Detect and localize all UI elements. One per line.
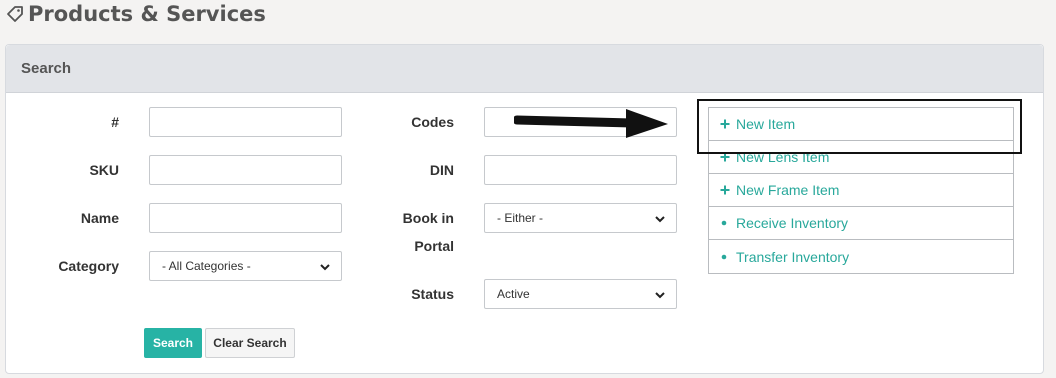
menu-item-label: Transfer Inventory — [736, 248, 850, 265]
category-label: Category — [58, 258, 119, 274]
chevron-down-icon — [655, 216, 665, 223]
search-button[interactable]: Search — [144, 328, 202, 358]
search-panel-header: Search — [6, 45, 1043, 93]
sku-input[interactable] — [149, 155, 342, 185]
status-selected-value: Active — [497, 287, 530, 301]
clear-search-button[interactable]: Clear Search — [205, 328, 295, 358]
name-input[interactable] — [149, 203, 342, 233]
menu-item-label: New Frame Item — [736, 182, 840, 198]
book-in-portal-selected-value: - Either - — [497, 211, 544, 225]
din-label: DIN — [429, 162, 454, 178]
page-title-text: Products & Services — [28, 2, 266, 26]
status-label: Status — [411, 286, 454, 302]
category-select[interactable]: - All Categories - — [149, 251, 342, 281]
menu-item-label: Receive Inventory — [736, 215, 849, 231]
menu-item-receive-inventory[interactable]: Receive Inventory — [709, 207, 1013, 240]
menu-item-transfer-inventory[interactable]: Transfer Inventory — [709, 240, 1013, 273]
tag-icon — [7, 6, 23, 22]
chevron-down-icon — [320, 264, 330, 271]
din-input[interactable] — [484, 155, 677, 185]
chevron-down-icon — [655, 292, 665, 299]
bullet-icon — [720, 252, 736, 262]
book-in-portal-label-line1: Book in — [402, 210, 454, 226]
menu-item-new-frame-item[interactable]: New Frame Item — [709, 174, 1013, 207]
page-title: Products & Services — [6, 2, 266, 26]
number-label: # — [111, 114, 119, 130]
book-in-portal-label-line2: Portal — [414, 238, 454, 254]
bullet-icon — [720, 218, 736, 228]
right-arrow-icon — [514, 109, 668, 138]
book-in-portal-select[interactable]: - Either - — [484, 203, 677, 233]
plus-icon — [720, 185, 736, 195]
sku-label: SKU — [89, 162, 119, 178]
status-select[interactable]: Active — [484, 279, 677, 309]
number-input[interactable] — [149, 107, 342, 137]
search-panel-title: Search — [21, 60, 72, 77]
codes-label: Codes — [411, 114, 454, 130]
name-label: Name — [80, 210, 119, 226]
search-panel: Search # SKU Name Category - All Categor… — [5, 44, 1044, 374]
category-selected-value: - All Categories - — [162, 259, 251, 273]
highlight-box — [697, 99, 1022, 154]
